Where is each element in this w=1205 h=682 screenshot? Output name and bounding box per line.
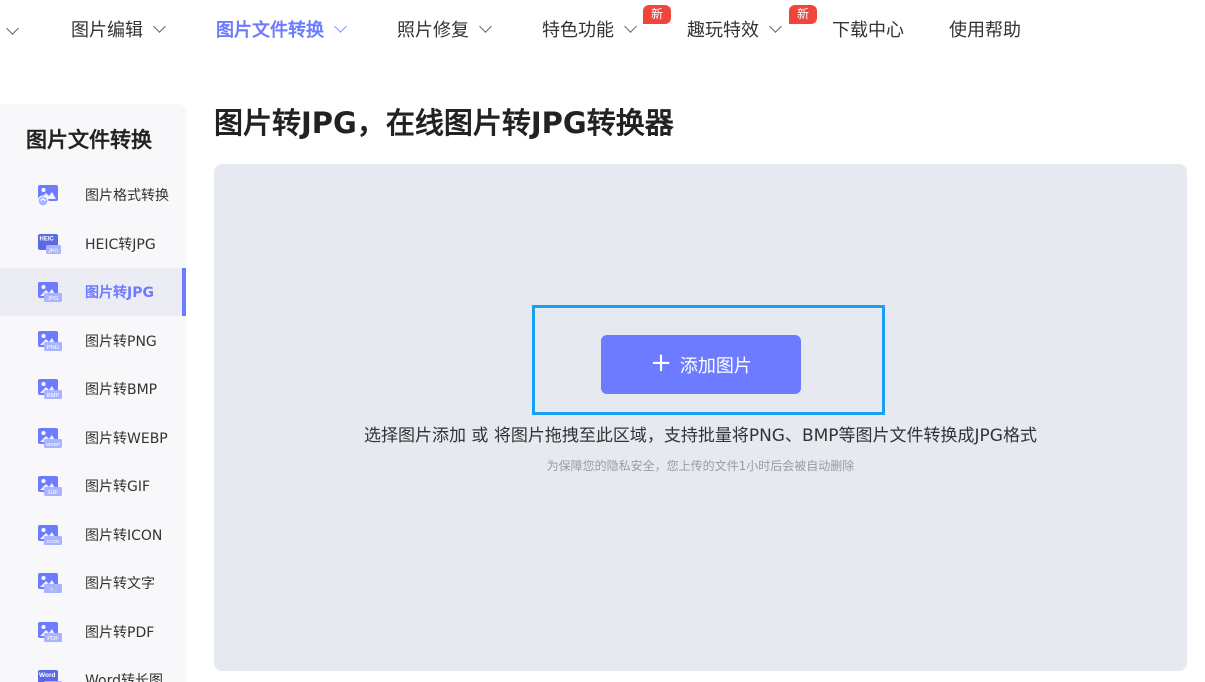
sidebar-item-label: HEIC转JPG bbox=[85, 236, 156, 253]
image-bmp-icon: BMP bbox=[38, 379, 62, 399]
sidebar-item-label: 图片转ICON bbox=[85, 527, 163, 544]
nav-item-label: 下载中心 bbox=[832, 20, 904, 41]
chevron-down-icon[interactable] bbox=[6, 22, 19, 35]
image-jpg-icon: JPG bbox=[38, 282, 62, 302]
word-image-icon: Word bbox=[38, 670, 62, 682]
sidebar-item-label: 图片格式转换 bbox=[85, 188, 169, 204]
svg-text:PNG: PNG bbox=[47, 345, 60, 351]
sidebar-item[interactable]: PDF 图片转PDF bbox=[0, 608, 186, 656]
svg-text:T...: T... bbox=[50, 587, 56, 593]
svg-text:PDF: PDF bbox=[47, 636, 59, 642]
sidebar-item[interactable]: ICON 图片转ICON bbox=[0, 511, 186, 559]
add-image-label: 添加图片 bbox=[679, 355, 752, 377]
svg-text:Word: Word bbox=[39, 672, 56, 679]
add-image-button[interactable]: + 添加图片 bbox=[601, 335, 801, 394]
sidebar: 图片文件转换 图片格式转换 HEIC JPG HEIC转JPG JPG 图片转JPG PNG… bbox=[0, 104, 186, 682]
nav-item-image-edit[interactable]: 图片编辑 bbox=[71, 14, 166, 44]
image-gif-icon: GIF bbox=[38, 476, 62, 496]
svg-text:JPG: JPG bbox=[48, 248, 59, 254]
nav-item-label: 图片编辑 bbox=[71, 20, 143, 41]
chevron-down-icon bbox=[479, 19, 492, 33]
heic-jpg-icon: HEIC JPG bbox=[38, 233, 61, 254]
svg-text:BMP: BMP bbox=[47, 393, 60, 399]
sidebar-title: 图片文件转换 bbox=[26, 128, 152, 152]
sidebar-item[interactable]: JPG 图片转JPG bbox=[0, 268, 186, 316]
sidebar-item-label: 图片转WEBP bbox=[85, 430, 168, 447]
new-badge: 新 bbox=[789, 5, 818, 24]
chevron-down-icon bbox=[769, 19, 782, 33]
sidebar-item[interactable]: GIF 图片转GIF bbox=[0, 462, 186, 510]
sidebar-item[interactable]: WEBP 图片转WEBP bbox=[0, 414, 186, 462]
nav-item-label: 图片文件转换 bbox=[216, 20, 324, 41]
sidebar-item[interactable]: 图片格式转换 bbox=[0, 171, 186, 219]
chevron-down-icon bbox=[153, 19, 166, 33]
sidebar-item-label: 图片转文字 bbox=[85, 576, 155, 592]
svg-text:WEBP: WEBP bbox=[46, 442, 60, 448]
sidebar-item-label: Word转长图 bbox=[85, 673, 163, 682]
sidebar-item-label: 图片转BMP bbox=[85, 382, 158, 398]
sidebar-item[interactable]: Word Word转长图 bbox=[0, 656, 186, 682]
nav-item-fun-effects[interactable]: 趣玩特效 bbox=[687, 14, 782, 44]
nav-item-label: 使用帮助 bbox=[949, 20, 1021, 41]
chevron-down-icon bbox=[334, 19, 347, 33]
nav-item-file-convert[interactable]: 图片文件转换 bbox=[216, 14, 347, 44]
image-convert-icon bbox=[37, 185, 58, 207]
new-badge: 新 bbox=[643, 5, 672, 24]
image-png-icon: PNG bbox=[38, 330, 62, 351]
chevron-down-icon bbox=[624, 19, 637, 33]
nav-item-label: 特色功能 bbox=[542, 20, 614, 41]
sidebar-item[interactable]: BMP 图片转BMP bbox=[0, 365, 186, 413]
upload-hint: 选择图片添加 或 将图片拖拽至此区域，支持批量将PNG、BMP等图片文件转换成J… bbox=[364, 426, 1037, 446]
sidebar-item-label: 图片转JPG bbox=[85, 285, 154, 301]
privacy-note: 为保障您的隐私安全，您上传的文件1小时后会被自动删除 bbox=[546, 459, 855, 473]
nav-item-label: 照片修复 bbox=[397, 20, 469, 41]
plus-icon: + bbox=[650, 348, 672, 378]
sidebar-item[interactable]: HEIC JPG HEIC转JPG bbox=[0, 220, 186, 268]
svg-text:JPG: JPG bbox=[47, 296, 59, 302]
nav-item-label: 趣玩特效 bbox=[687, 20, 759, 41]
sidebar-item-label: 图片转PNG bbox=[85, 333, 157, 350]
nav-item-help[interactable]: 使用帮助 bbox=[949, 14, 1021, 44]
image-icon-icon: ICON bbox=[38, 524, 62, 545]
svg-text:HEIC: HEIC bbox=[40, 236, 55, 242]
sidebar-item[interactable]: T... 图片转文字 bbox=[0, 559, 186, 607]
image-text-icon: T... bbox=[38, 573, 62, 593]
nav-item-features[interactable]: 特色功能 bbox=[542, 14, 637, 44]
nav-item-download-center[interactable]: 下载中心 bbox=[832, 14, 904, 44]
sidebar-item-label: 图片转PDF bbox=[85, 624, 155, 641]
top-navigation: 图片编辑 图片文件转换 照片修复 特色功能 新 趣玩特效 新 下载中心 使用帮助 bbox=[0, 0, 1205, 60]
upload-drop-zone[interactable]: + 添加图片 选择图片添加 或 将图片拖拽至此区域，支持批量将PNG、BMP等图… bbox=[214, 164, 1187, 671]
nav-item-photo-repair[interactable]: 照片修复 bbox=[397, 14, 492, 44]
upload-button-frame: + 添加图片 bbox=[532, 305, 885, 415]
page-title: 图片转JPG，在线图片转JPG转换器 bbox=[214, 106, 674, 140]
svg-text:ICON: ICON bbox=[47, 539, 60, 545]
sidebar-item[interactable]: PNG 图片转PNG bbox=[0, 317, 186, 365]
sidebar-item-label: 图片转GIF bbox=[85, 479, 151, 495]
image-pdf-icon: PDF bbox=[38, 621, 62, 642]
image-webp-icon: WEBP bbox=[38, 427, 62, 448]
svg-text:GIF: GIF bbox=[48, 490, 58, 496]
